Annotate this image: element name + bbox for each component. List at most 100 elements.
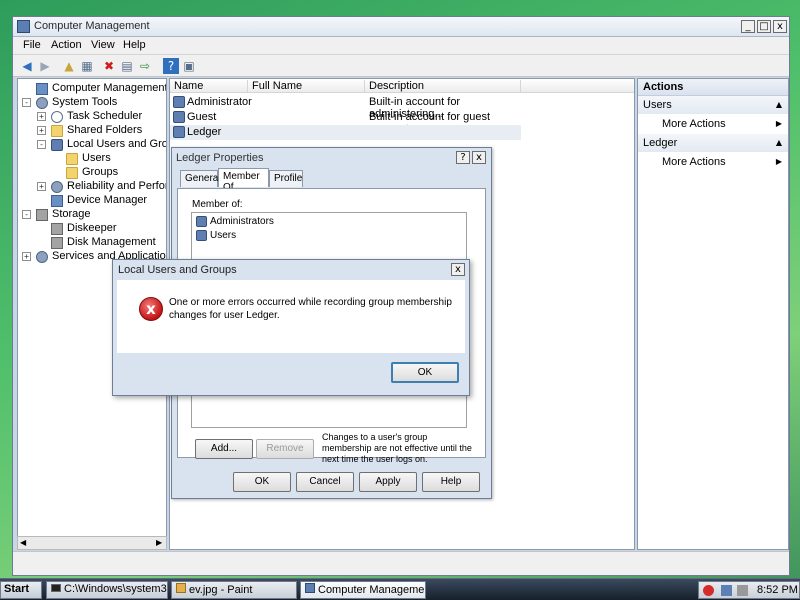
actions-section-title: Users: [643, 99, 672, 111]
minimize-button[interactable]: _: [741, 20, 755, 33]
collapse-icon[interactable]: -: [22, 210, 31, 219]
scroll-right-icon[interactable]: ▶: [156, 538, 162, 547]
computer-icon: [36, 83, 48, 95]
back-icon[interactable]: ◀: [19, 58, 35, 74]
menu-action[interactable]: Action: [51, 39, 82, 51]
tree-node-label: Groups: [82, 166, 119, 178]
expand-icon[interactable]: +: [37, 126, 46, 135]
table-row[interactable]: GuestBuilt-in account for guest access t…: [170, 110, 521, 135]
users-icon: [51, 139, 63, 151]
folder-icon: [66, 153, 78, 165]
show-action-pane-icon[interactable]: ▣: [181, 58, 197, 74]
group-icon: [196, 216, 207, 227]
start-label: Start: [4, 583, 30, 595]
disk-icon: [51, 237, 63, 249]
tree-horizontal-scrollbar[interactable]: ◀ ▶: [17, 536, 167, 550]
forward-icon[interactable]: ▶: [37, 58, 53, 74]
device-icon: [51, 195, 63, 207]
actions-pane: Actions Users ▲ More Actions ▶ Ledger ▲ …: [637, 78, 789, 550]
menu-bar: File Action View Help: [13, 37, 789, 55]
cmd-icon: [51, 584, 61, 592]
cell-name: Administrator: [187, 96, 252, 108]
apply-button[interactable]: Apply: [359, 472, 417, 492]
tree-node-label: Shared Folders: [67, 124, 143, 136]
actions-section-title: Ledger: [643, 137, 678, 149]
show-hide-tree-icon[interactable]: ▦: [79, 58, 95, 74]
tab-member-of[interactable]: Member Of: [218, 168, 269, 193]
help-button[interactable]: ?: [456, 151, 470, 164]
paint-icon: [176, 583, 186, 593]
group-name: Administrators: [210, 216, 274, 227]
expand-icon[interactable]: +: [37, 112, 46, 121]
table-row[interactable]: Administrator Built-in account for admini…: [170, 95, 521, 120]
dialog-close-button[interactable]: x: [472, 151, 486, 164]
ok-button[interactable]: OK: [233, 472, 291, 492]
tree-node-label: Diskeeper: [67, 222, 117, 234]
maximize-button[interactable]: □: [757, 20, 771, 33]
task-cmd[interactable]: C:\Windows\system32...: [46, 581, 168, 599]
window-title: Computer Management: [34, 20, 150, 32]
tree-node-label: Disk Management: [67, 236, 156, 248]
close-button[interactable]: x: [773, 20, 787, 33]
table-row[interactable]: Ledger: [170, 125, 521, 140]
tab-profile[interactable]: Profile: [269, 170, 303, 187]
menu-file[interactable]: File: [23, 39, 41, 51]
submenu-arrow-icon: ▶: [775, 157, 782, 166]
actions-section-users[interactable]: Users ▲: [638, 96, 788, 114]
task-label: C:\Windows\system32...: [64, 583, 167, 595]
tree-node-label: Task Scheduler: [67, 110, 143, 122]
start-button[interactable]: Start: [0, 581, 42, 599]
task-paint[interactable]: ev.jpg - Paint: [171, 581, 297, 599]
storage-icon: [36, 209, 48, 221]
up-folder-icon[interactable]: ▲: [61, 58, 77, 74]
list-header: Name Full Name Description: [170, 79, 634, 93]
collapse-icon[interactable]: -: [22, 98, 31, 107]
properties-icon[interactable]: ▤: [119, 58, 135, 74]
scroll-left-icon[interactable]: ◀: [20, 538, 26, 547]
expand-icon[interactable]: +: [22, 252, 31, 261]
menu-help[interactable]: Help: [123, 39, 146, 51]
title-bar[interactable]: Computer Management _ □ x: [13, 17, 789, 37]
tools-icon: [36, 97, 48, 109]
gear-icon: [51, 181, 63, 193]
dialog-title: Ledger Properties: [176, 152, 264, 164]
help-icon[interactable]: ?: [163, 58, 179, 74]
tree-node-label: Local Users and Groups: [67, 138, 167, 150]
task-computer-management[interactable]: Computer Manageme...: [300, 581, 426, 599]
network-icon[interactable]: [721, 585, 732, 596]
collapse-icon[interactable]: -: [37, 140, 46, 149]
column-description[interactable]: Description: [365, 80, 521, 93]
error-close-button[interactable]: x: [451, 263, 465, 276]
menu-view[interactable]: View: [91, 39, 115, 51]
more-actions-ledger[interactable]: More Actions ▶: [638, 153, 788, 171]
error-ok-button[interactable]: OK: [391, 362, 459, 383]
tree-node-label: Reliability and Performa: [67, 180, 166, 192]
column-full-name[interactable]: Full Name: [248, 80, 365, 93]
membership-note: Changes to a user's group membership are…: [322, 432, 472, 464]
cell-name: Ledger: [187, 126, 222, 138]
cancel-button[interactable]: Cancel: [296, 472, 354, 492]
clock-icon: [51, 111, 63, 123]
more-actions-label: More Actions: [662, 118, 726, 130]
collapse-icon[interactable]: ▲: [776, 100, 782, 109]
volume-icon[interactable]: [737, 585, 748, 596]
add-button[interactable]: Add...: [195, 439, 253, 459]
computer-management-icon: [17, 20, 30, 33]
remove-button[interactable]: Remove: [256, 439, 314, 459]
column-name[interactable]: Name: [170, 80, 248, 93]
help-dialog-button[interactable]: Help: [422, 472, 480, 492]
tab-general[interactable]: General: [180, 170, 221, 187]
more-actions-users[interactable]: More Actions ▶: [638, 115, 788, 133]
expand-icon[interactable]: +: [37, 182, 46, 191]
clock[interactable]: 8:52 PM: [757, 584, 798, 596]
tree-node-label: Storage: [52, 208, 91, 220]
delete-icon[interactable]: ✖: [101, 58, 117, 74]
error-message: One or more errors occurred while record…: [169, 297, 452, 321]
export-list-icon[interactable]: ⇨: [137, 58, 153, 74]
user-icon: [173, 111, 185, 123]
cell-name: Guest: [187, 111, 217, 123]
actions-section-ledger[interactable]: Ledger ▲: [638, 134, 788, 152]
security-alert-icon[interactable]: [703, 585, 714, 596]
collapse-icon[interactable]: ▲: [776, 138, 782, 147]
services-icon: [36, 251, 48, 263]
